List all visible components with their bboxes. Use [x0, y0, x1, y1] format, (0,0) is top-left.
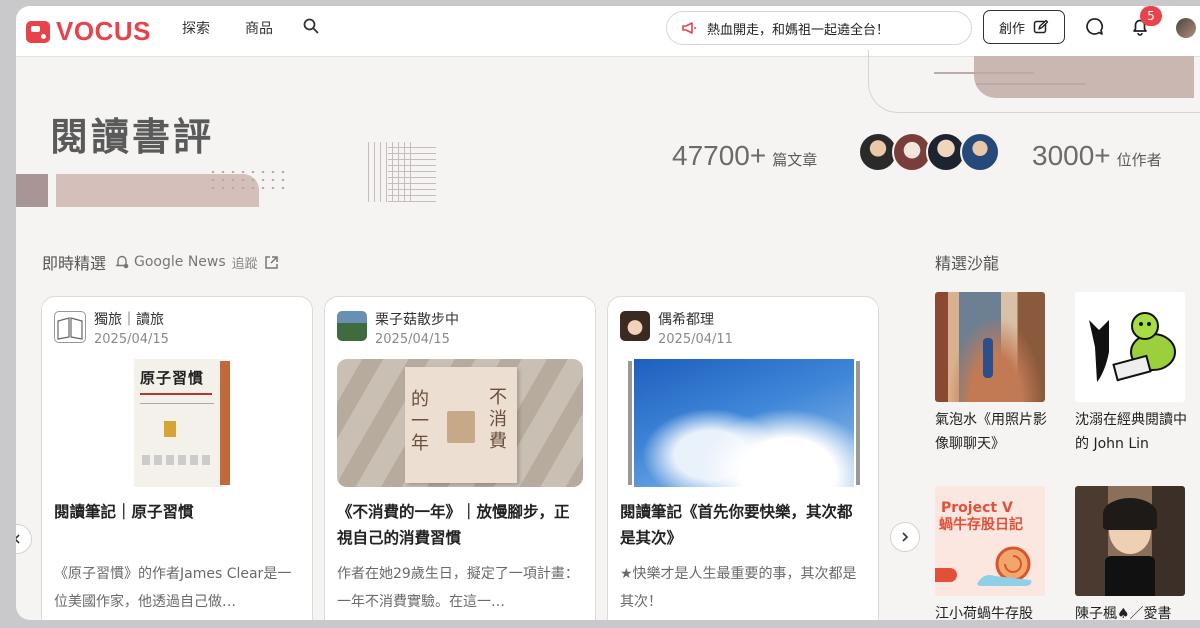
author-count-unit: 位作者 — [1116, 151, 1162, 169]
book-cover-title: 的一年 — [411, 389, 429, 454]
article-card[interactable]: 栗子菇散步中 2025/04/15 的一年 不消費 《不消費的一年》｜放慢腳步，… — [324, 296, 596, 620]
article-excerpt: ★快樂才是人生最重要的事，其次都是其次！ — [620, 566, 857, 610]
article-title[interactable]: 《不消費的一年》｜放慢腳步，正視自己的消費習慣 — [337, 499, 583, 551]
author-avatar — [54, 311, 86, 343]
nav-products[interactable]: 商品 — [245, 18, 273, 38]
article-card[interactable]: 偶希都理 2025/04/11 閱讀筆記《首先你要快樂，其次都是其次》 ★快樂才… — [607, 296, 879, 620]
create-label: 創作 — [998, 21, 1025, 37]
featured-title: 即時精選 — [42, 254, 107, 273]
article-count: 47700+ — [672, 140, 767, 171]
megaphone-icon — [682, 22, 696, 34]
salon-image — [1075, 292, 1185, 402]
salon-card[interactable]: 氣泡水《用照片影像聊聊天》 — [935, 292, 1047, 456]
article-title[interactable]: 閱讀筆記《首先你要快樂，其次都是其次》 — [620, 499, 866, 551]
carousel-prev-button[interactable] — [16, 524, 32, 554]
card-author[interactable]: 栗子菇散步中 2025/04/15 — [337, 311, 459, 349]
book-cover-title: 原子習慣 — [140, 369, 205, 387]
author-avatar — [337, 311, 367, 341]
salon-name: 陳子楓♠／愛書 — [1075, 606, 1172, 620]
article-thumbnail[interactable]: 原子習慣 — [54, 359, 300, 487]
salon-name: 江小荷蝸牛存股 — [935, 606, 1033, 620]
article-excerpt: 作者在她29歲生日，擬定了一項計畫：一年不消費實驗。在這一… — [337, 566, 579, 610]
carousel-next-button[interactable] — [890, 522, 920, 552]
announcement-banner[interactable]: 熱血開走，和媽祖一起遶全台！ — [666, 11, 972, 45]
sky-image — [634, 359, 854, 487]
article-thumbnail[interactable]: 的一年 不消費 — [337, 359, 583, 487]
salon-image — [1075, 486, 1185, 596]
cat-and-turtle-illustration — [1089, 312, 1176, 382]
announcement-text: 熱血開走，和媽祖一起遶全台！ — [707, 22, 890, 38]
vocus-logo-icon — [26, 20, 50, 43]
card-author[interactable]: 獨旅｜讀旅 2025/04/15 — [54, 311, 169, 349]
article-title[interactable]: 閱讀筆記｜原子習慣 — [54, 499, 300, 525]
author-avatar-group — [858, 132, 1000, 172]
google-news-follow[interactable]: Google News 追蹤 — [114, 253, 279, 272]
salon-image — [935, 292, 1045, 402]
card-author[interactable]: 偶希都理 2025/04/11 — [620, 311, 733, 349]
follow-label: 追蹤 — [231, 256, 258, 272]
article-count-stat: 47700+ 篇文章 — [672, 140, 817, 172]
author-avatar — [620, 311, 650, 341]
avatar[interactable] — [960, 132, 1000, 172]
author-count: 3000+ — [1032, 140, 1111, 171]
create-button[interactable]: 創作 — [983, 10, 1065, 44]
hero-decoration-line — [976, 83, 1086, 85]
chat-icon[interactable] — [1084, 17, 1104, 37]
hero-decoration-dots — [208, 168, 290, 192]
salon-name: 氣泡水《用照片影像聊聊天》 — [935, 412, 1047, 452]
edit-icon — [1033, 19, 1049, 34]
post-date: 2025/04/15 — [94, 332, 169, 347]
hero-decoration-bar — [974, 56, 1194, 98]
salon-title: 精選沙龍 — [935, 254, 1000, 273]
book-cover: 的一年 不消費 — [405, 367, 517, 483]
chevron-right-icon — [902, 532, 909, 542]
bell-icon — [115, 255, 129, 269]
salon-card[interactable]: 沈溺在經典閱讀中的 John Lin — [1075, 292, 1187, 456]
article-thumbnail[interactable] — [620, 359, 866, 487]
author-count-stat: 3000+ 位作者 — [1032, 140, 1162, 172]
salon-header: 精選沙龍 — [935, 250, 999, 274]
notification-badge: 5 — [1140, 6, 1162, 26]
post-date: 2025/04/15 — [375, 332, 450, 347]
book-icon — [57, 317, 83, 340]
salon-card[interactable]: 陳子楓♠／愛書 — [1075, 486, 1187, 620]
article-card[interactable]: 獨旅｜讀旅 2025/04/15 原子習慣 閱讀筆記｜原子習慣 《原子習慣》的作… — [41, 296, 313, 620]
google-news-label: Google News — [134, 254, 226, 270]
author-name: 偶希都理 — [658, 312, 714, 328]
hero-decoration-stripes — [388, 142, 436, 202]
logo-text: VOCUS — [56, 16, 151, 46]
featured-header: 即時精選 Google News 追蹤 — [42, 250, 279, 274]
author-name: 獨旅｜讀旅 — [94, 312, 164, 328]
app-frame: VOCUS 探索 商品 熱血開走，和媽祖一起遶全台！ 創作 5 閱讀書評 477… — [16, 6, 1200, 620]
user-avatar[interactable] — [1176, 18, 1196, 38]
article-count-unit: 篇文章 — [772, 151, 818, 169]
article-excerpt: 《原子習慣》的作者James Clear是一位美國作家，他透過自己做… — [54, 566, 292, 610]
post-date: 2025/04/11 — [658, 332, 733, 347]
salon-card[interactable]: Project V 蝸牛存股日記 江小荷蝸牛存股 — [935, 486, 1047, 620]
search-icon[interactable] — [303, 18, 319, 34]
hero-decoration-line — [934, 72, 1034, 74]
chevron-left-icon — [16, 534, 20, 544]
book-cover: 原子習慣 — [134, 359, 220, 487]
hero-decoration-block — [16, 174, 48, 207]
author-name: 栗子菇散步中 — [375, 312, 459, 328]
page-title: 閱讀書評 — [50, 115, 215, 159]
nav-explore[interactable]: 探索 — [182, 18, 210, 38]
salon-image: Project V 蝸牛存股日記 — [935, 486, 1045, 596]
vocus-logo[interactable]: VOCUS — [26, 16, 151, 47]
salon-name: 沈溺在經典閱讀中的 John Lin — [1075, 412, 1187, 452]
book-cover-title: 不消費 — [489, 387, 507, 452]
external-link-icon — [264, 255, 278, 269]
